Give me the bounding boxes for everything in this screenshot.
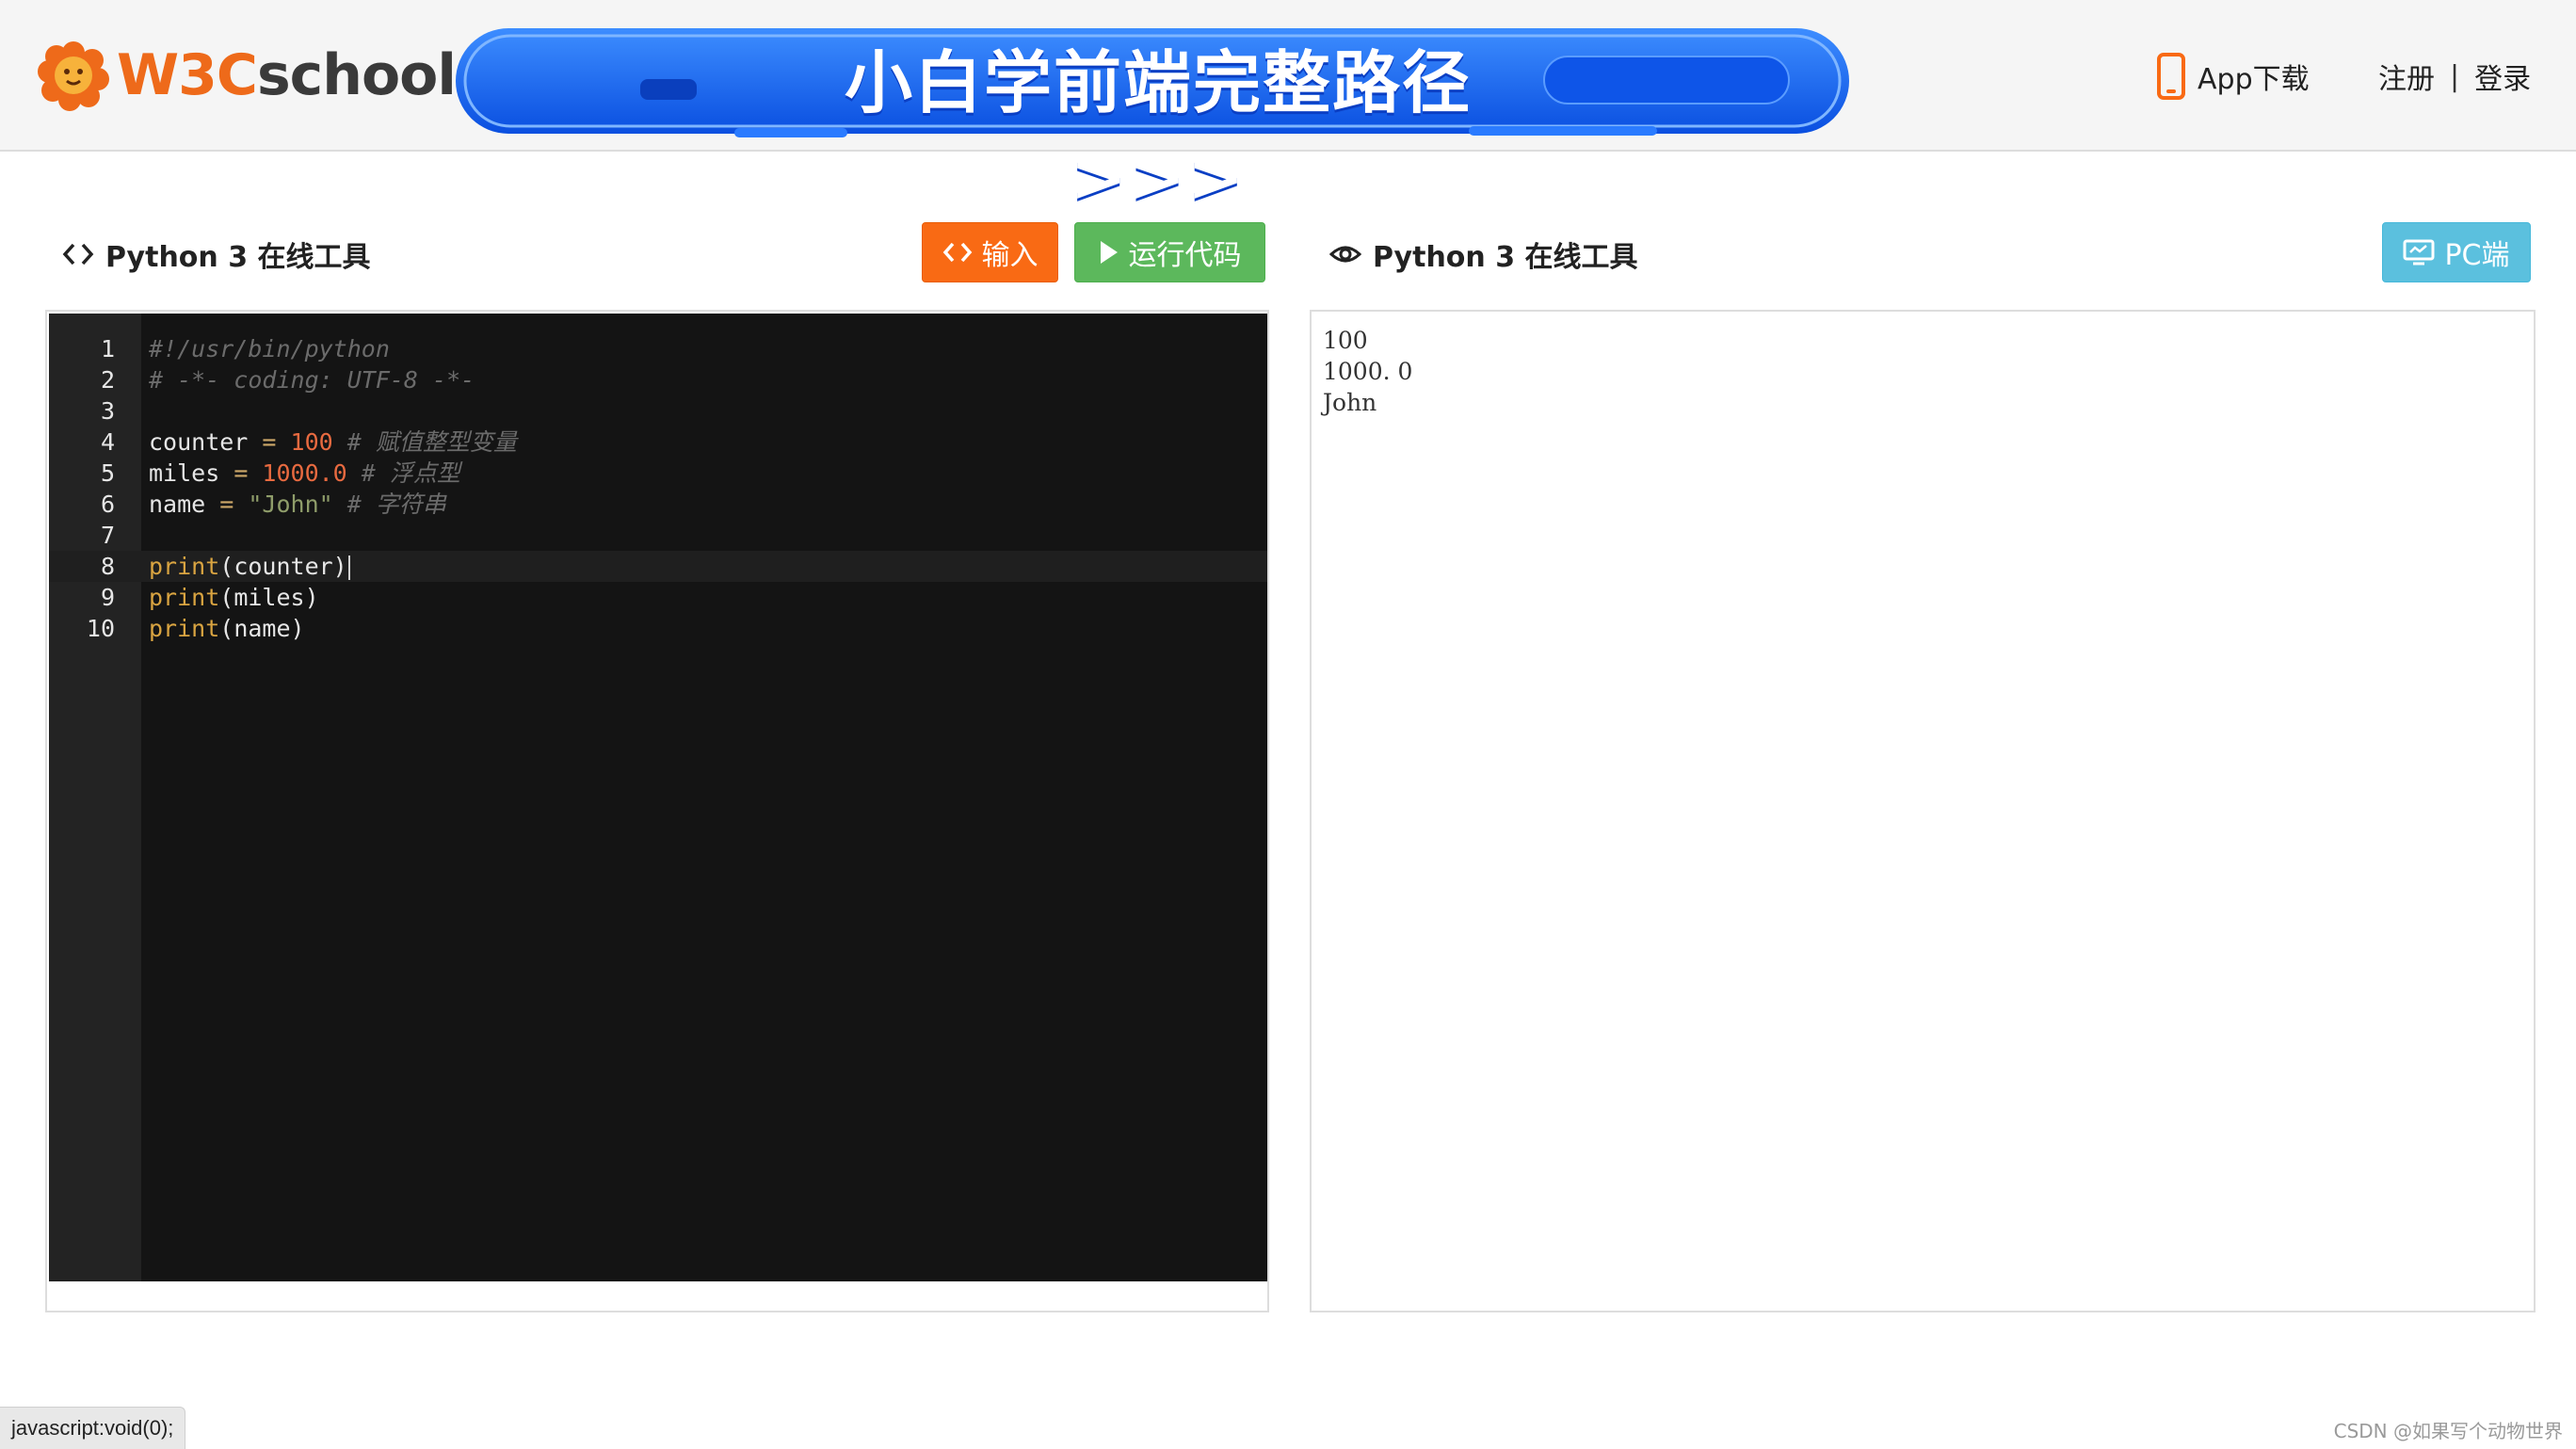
logo-text-school: school	[256, 42, 457, 108]
code-variable: name	[149, 491, 206, 518]
line-number: 7	[100, 522, 115, 549]
code-line[interactable]: 6 name = "John" # 字符串	[49, 489, 1267, 520]
code-comment: #!/usr/bin/python	[149, 335, 390, 362]
phone-icon	[2157, 53, 2185, 100]
code-text: print(counter)	[149, 551, 350, 582]
code-string: "John"	[248, 491, 333, 518]
code-comment: # -*- coding: UTF-8 -*-	[149, 366, 475, 394]
code-variable: miles	[149, 459, 220, 487]
pc-view-button[interactable]: PC端	[2382, 222, 2531, 282]
text-cursor	[347, 555, 350, 580]
output-title-text: Python 3 在线工具	[1373, 241, 1638, 274]
monitor-icon	[2403, 239, 2435, 266]
code-line[interactable]: 9 print(miles)	[49, 582, 1267, 613]
code-text: counter = 100 # 赋值整型变量	[149, 427, 517, 458]
logo-text-w3c: W3C	[117, 42, 258, 108]
line-number: 2	[100, 366, 115, 394]
login-link[interactable]: 登录	[2474, 56, 2531, 97]
code-line-active[interactable]: 8 print(counter)	[49, 551, 1267, 582]
code-line[interactable]: 3	[49, 395, 1267, 427]
code-function: print	[149, 615, 220, 642]
code-line[interactable]: 4 counter = 100 # 赋值整型变量	[49, 427, 1267, 458]
output-panel-title: Python 3 在线工具	[1329, 230, 1638, 279]
editor-title-text: Python 3 在线工具	[105, 241, 371, 274]
pc-button-label: PC端	[2444, 239, 2510, 272]
run-button-label: 运行代码	[1128, 239, 1242, 272]
input-button[interactable]: 输入	[922, 222, 1058, 282]
site-header: W3Cschool 小白学前端完整路径>>> App下载 注册 | 登录	[0, 0, 2576, 217]
auth-separator: |	[2450, 59, 2460, 93]
code-text: miles = 1000.0 # 浮点型	[149, 458, 460, 489]
code-comment: # 字符串	[332, 491, 446, 518]
line-number: 10	[86, 615, 115, 642]
code-editor[interactable]: 1 #!/usr/bin/python 2 # -*- coding: UTF-…	[49, 314, 1267, 1281]
code-text: name = "John" # 字符串	[149, 489, 446, 520]
code-function: print	[149, 553, 220, 580]
code-args: (name)	[219, 615, 305, 642]
logo-text: W3Cschool	[117, 40, 457, 111]
line-number: 1	[100, 335, 115, 362]
promo-banner[interactable]: 小白学前端完整路径>>>	[452, 23, 1855, 217]
code-brackets-icon	[942, 242, 972, 263]
editor-panel-title: Python 3 在线工具	[62, 230, 371, 279]
play-icon	[1100, 241, 1118, 264]
output-line: 100	[1323, 327, 1368, 354]
code-line[interactable]: 5 miles = 1000.0 # 浮点型	[49, 458, 1267, 489]
line-number: 9	[100, 584, 115, 611]
line-number: 3	[100, 397, 115, 425]
code-number: 1000.0	[262, 459, 347, 487]
browser-status-bar: javascript:void(0);	[0, 1407, 186, 1449]
code-function: print	[149, 584, 220, 611]
code-number: 100	[290, 428, 333, 456]
input-button-label: 输入	[981, 239, 1038, 272]
code-comment: # 赋值整型变量	[332, 428, 517, 456]
code-operator: =	[205, 491, 249, 518]
code-operator: =	[248, 428, 291, 456]
app-download-label: App下载	[2198, 63, 2310, 96]
line-number: 8	[100, 553, 115, 580]
banner-text: 小白学前端完整路径>>>	[844, 43, 1472, 217]
code-brackets-icon	[62, 243, 94, 266]
code-variable: counter	[149, 428, 249, 456]
line-number: 5	[100, 459, 115, 487]
code-comment: # 浮点型	[346, 459, 460, 487]
code-args: (miles)	[219, 584, 319, 611]
code-line[interactable]: 7	[49, 520, 1267, 551]
code-line[interactable]: 1 #!/usr/bin/python	[49, 333, 1267, 364]
code-line[interactable]: 2 # -*- coding: UTF-8 -*-	[49, 364, 1267, 395]
lion-logo-icon	[38, 41, 109, 111]
line-number: 4	[100, 428, 115, 456]
site-logo[interactable]: W3Cschool	[38, 40, 457, 111]
code-line[interactable]: 10 print(name)	[49, 613, 1267, 644]
code-text: print(miles)	[149, 582, 319, 613]
output-line: John	[1323, 389, 1377, 416]
eye-icon	[1329, 246, 1361, 263]
line-number: 6	[100, 491, 115, 518]
auth-links: 注册 | 登录	[2378, 49, 2531, 104]
output-line: 1000. 0	[1323, 358, 1413, 385]
code-editor-frame: 1 #!/usr/bin/python 2 # -*- coding: UTF-…	[45, 310, 1269, 1312]
code-operator: =	[219, 459, 263, 487]
register-link[interactable]: 注册	[2378, 56, 2435, 97]
code-args: (counter)	[219, 553, 347, 580]
csdn-watermark: CSDN @如果写个动物世界	[2333, 1420, 2563, 1442]
app-download-link[interactable]: App下载	[2156, 49, 2310, 104]
run-code-button[interactable]: 运行代码	[1074, 222, 1265, 282]
output-panel: 100 1000. 0 John	[1310, 310, 2536, 1312]
code-text: print(name)	[149, 613, 305, 644]
